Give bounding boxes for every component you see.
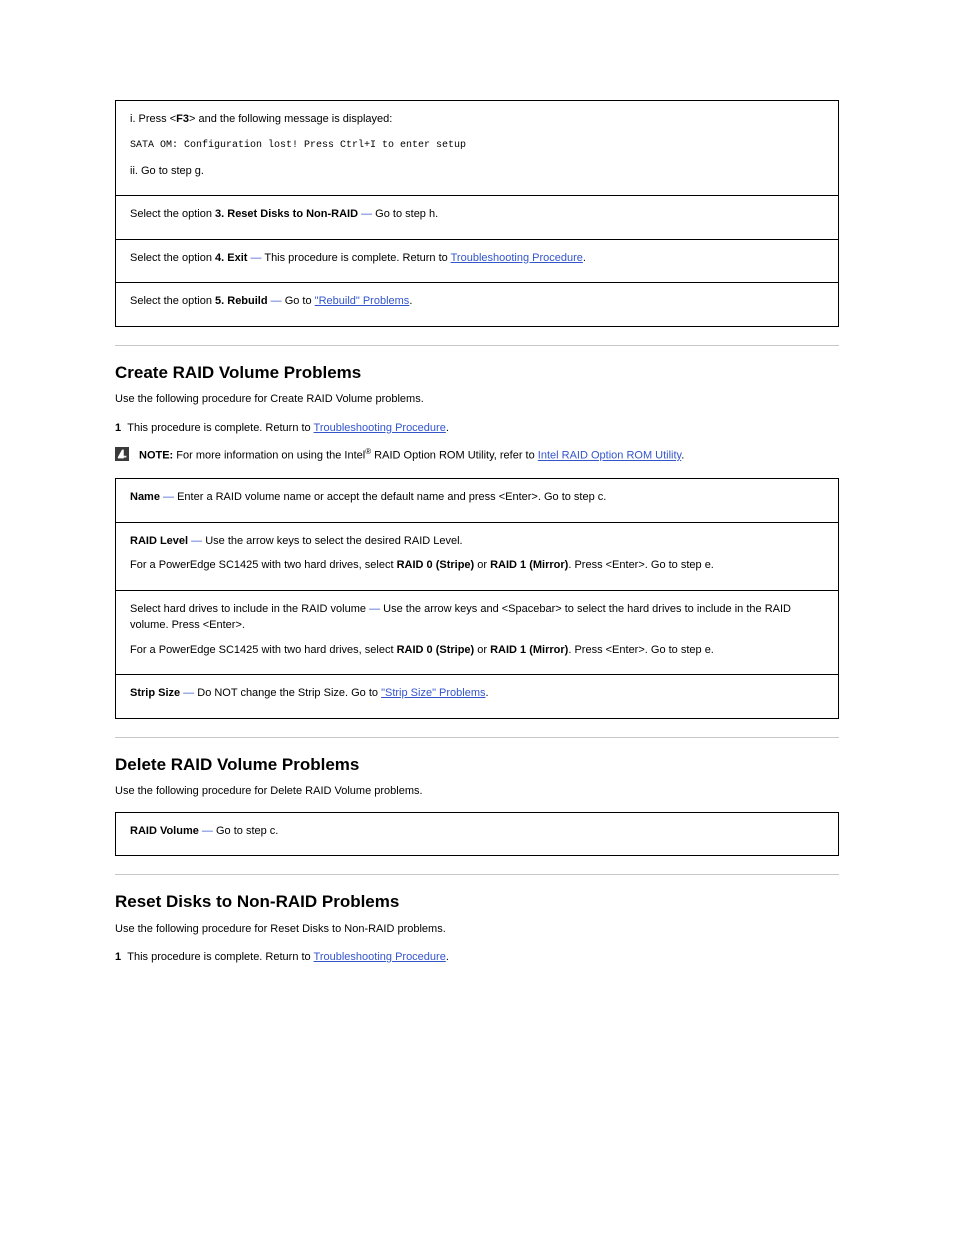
options-table-2: Name — Enter a RAID volume name or accep…: [115, 478, 839, 719]
strip-size-problems-link[interactable]: "Strip Size" Problems: [381, 687, 485, 699]
table-row: Select hard drives to include in the RAI…: [116, 590, 838, 675]
row-text: i. Press <F3> and the following message …: [130, 111, 824, 128]
troubleshooting-link[interactable]: Troubleshooting Procedure: [451, 252, 583, 264]
row-text: RAID Level — Use the arrow keys to selec…: [130, 533, 824, 550]
section-title-reset: Reset Disks to Non-RAID Problems: [115, 889, 839, 915]
section-title-create: Create RAID Volume Problems: [115, 360, 839, 386]
row-text-2: For a PowerEdge SC1425 with two hard dri…: [130, 557, 824, 574]
note: NOTE: For more information on using the …: [115, 446, 839, 464]
section-lead: Use the following procedure for Create R…: [115, 391, 839, 408]
row-after: ii. Go to step g.: [130, 163, 824, 180]
table-row: Name — Enter a RAID volume name or accep…: [116, 479, 838, 522]
section-lead: Use the following procedure for Delete R…: [115, 783, 839, 800]
section-title-delete: Delete RAID Volume Problems: [115, 752, 839, 778]
step-line: 1 This procedure is complete. Return to …: [115, 949, 839, 966]
troubleshooting-link[interactable]: Troubleshooting Procedure: [314, 422, 446, 434]
row-text: Select the option 3. Reset Disks to Non-…: [130, 206, 824, 223]
divider: [115, 737, 839, 738]
table-row: RAID Volume — Go to step c.: [116, 813, 838, 856]
table-row: i. Press <F3> and the following message …: [116, 101, 838, 195]
options-table-3: RAID Volume — Go to step c.: [115, 812, 839, 857]
row-text: RAID Volume — Go to step c.: [130, 823, 824, 840]
table-row: Select the option 5. Rebuild — Go to "Re…: [116, 282, 838, 326]
row-text-2: For a PowerEdge SC1425 with two hard dri…: [130, 642, 824, 659]
table-row: Select the option 4. Exit — This procedu…: [116, 239, 838, 283]
intel-raid-utility-link[interactable]: Intel RAID Option ROM Utility: [538, 450, 681, 462]
note-text: NOTE: For more information on using the …: [139, 446, 839, 464]
row-text: Name — Enter a RAID volume name or accep…: [130, 489, 824, 506]
row-text: Select the option 5. Rebuild — Go to "Re…: [130, 293, 824, 310]
table-row: RAID Level — Use the arrow keys to selec…: [116, 522, 838, 590]
table-row: Strip Size — Do NOT change the Strip Siz…: [116, 674, 838, 718]
rebuild-problems-link[interactable]: "Rebuild" Problems: [315, 295, 410, 307]
row-text: Select hard drives to include in the RAI…: [130, 601, 824, 634]
step-line: 1 This procedure is complete. Return to …: [115, 420, 839, 437]
row-message: SATA OM: Configuration lost! Press Ctrl+…: [130, 138, 824, 153]
troubleshooting-link[interactable]: Troubleshooting Procedure: [314, 951, 446, 963]
section-lead: Use the following procedure for Reset Di…: [115, 921, 839, 938]
table-row: Select the option 3. Reset Disks to Non-…: [116, 195, 838, 239]
divider: [115, 874, 839, 875]
row-text: Select the option 4. Exit — This procedu…: [130, 250, 824, 267]
options-table-1: i. Press <F3> and the following message …: [115, 100, 839, 327]
divider: [115, 345, 839, 346]
note-icon: [115, 447, 129, 461]
row-text: Strip Size — Do NOT change the Strip Siz…: [130, 685, 824, 702]
